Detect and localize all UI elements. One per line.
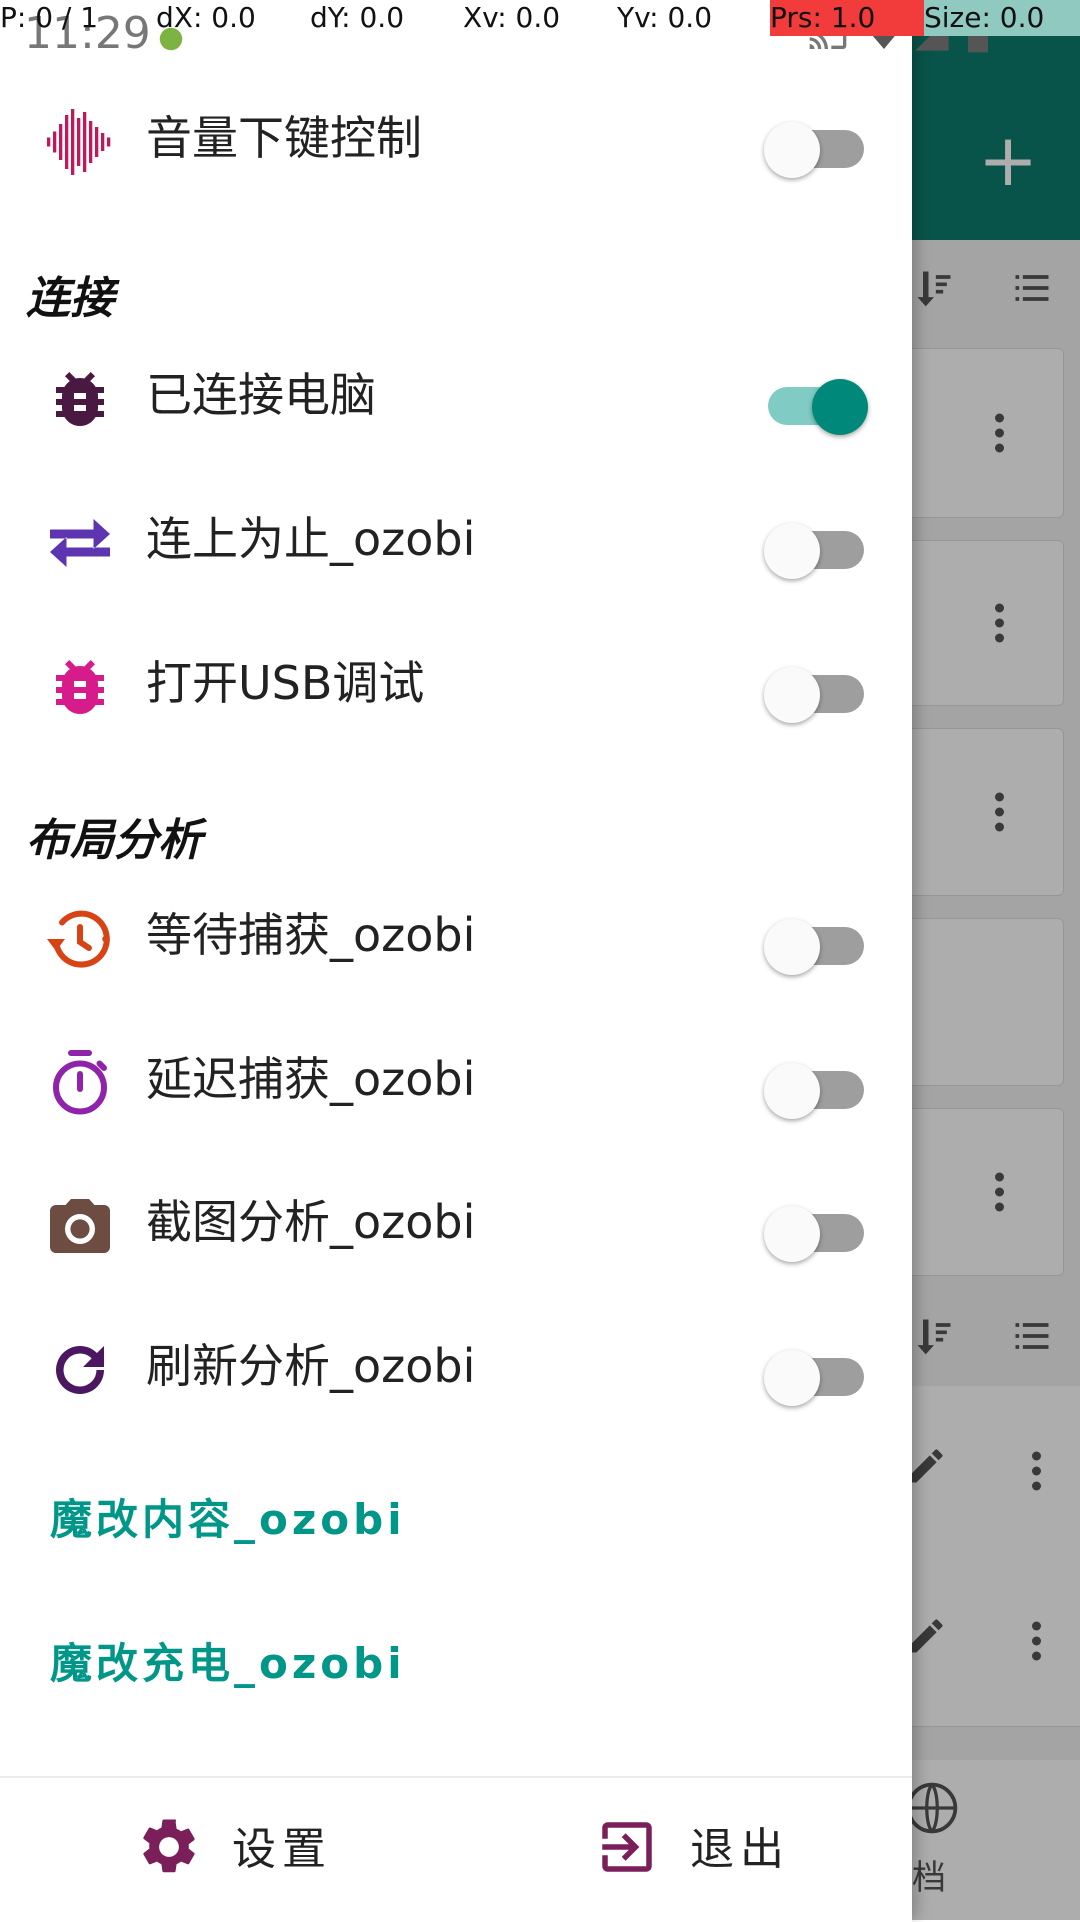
drawer-item-label: 连上为止_ozobi (146, 512, 476, 566)
drawer-item-label: 已连接电脑 (146, 368, 376, 422)
overlay-pressure: Prs: 1.0 (770, 0, 924, 36)
exit-label: 退出 (690, 1824, 790, 1875)
drawer-item-refresh-analysis[interactable]: 刷新分析_ozobi (0, 1301, 912, 1431)
wait-capture-switch[interactable] (764, 911, 868, 975)
connect-until-switch[interactable] (764, 515, 868, 579)
gear-icon (143, 1819, 195, 1873)
refresh-analysis-switch[interactable] (764, 1342, 868, 1406)
drawer-footer: 设置 退出 (0, 1776, 912, 1922)
drawer-item-label: 等待捕获_ozobi (146, 908, 476, 962)
link-modded-content[interactable]: 魔改内容_ozobi (50, 1486, 406, 1547)
settings-button[interactable]: 设置 (136, 1778, 376, 1922)
stopwatch-icon (53, 1050, 107, 1115)
overlay-size: Size: 0.0 (924, 0, 1080, 36)
connected-pc-switch[interactable] (764, 371, 868, 435)
drawer-item-screenshot-analysis[interactable]: 截图分析_ozobi (0, 1157, 912, 1287)
drawer-item-label: 截图分析_ozobi (146, 1195, 476, 1249)
refresh-icon (56, 1346, 104, 1394)
pointer-location-overlay: P: 0 / 1 dX: 0.0 dY: 0.0 Xv: 0.0 Yv: 0.0… (0, 0, 1080, 36)
drawer-item-connect-until[interactable]: 连上为止_ozobi (0, 474, 912, 604)
drawer-item-label: 延迟捕获_ozobi (146, 1052, 476, 1106)
delay-capture-switch[interactable] (764, 1055, 868, 1119)
drawer-item-wait-capture[interactable]: 等待捕获_ozobi (0, 870, 912, 1000)
screenshot-analysis-switch[interactable] (764, 1198, 868, 1262)
bug-icon (56, 372, 104, 426)
overlay-xv: Xv: 0.0 (463, 1, 561, 34)
timer-clock-icon (47, 910, 110, 968)
settings-label: 设置 (232, 1824, 332, 1875)
drawer-item-label: 音量下键控制 (146, 111, 422, 165)
drawer-item-label: 打开USB调试 (146, 656, 425, 710)
drawer-item-volume-down-control[interactable]: 音量下键控制 (0, 73, 912, 203)
swap-arrows-icon (50, 519, 110, 567)
section-header-layout-analysis: 布局分析 (26, 815, 202, 866)
navigation-drawer: 音量下键控制 连接 已连接电脑 连上为止_ozobi 打开USB调试 布局分析 (0, 0, 912, 1922)
drawer-item-delay-capture[interactable]: 延迟捕获_ozobi (0, 1014, 912, 1144)
waveform-icon (47, 109, 111, 175)
drawer-item-connected-pc[interactable]: 已连接电脑 (0, 330, 912, 460)
drawer-item-usb-debugging[interactable]: 打开USB调试 (0, 618, 912, 748)
overlay-pointer-count: P: 0 / 1 (0, 1, 99, 34)
bug-icon (56, 660, 104, 714)
camera-icon (50, 1199, 110, 1253)
link-modded-charging[interactable]: 魔改充电_ozobi (50, 1630, 406, 1691)
usb-debugging-switch[interactable] (764, 659, 868, 723)
overlay-yv: Yv: 0.0 (617, 1, 713, 34)
overlay-dy: dY: 0.0 (310, 1, 405, 34)
volume-down-control-switch[interactable] (764, 114, 868, 178)
overlay-dx: dX: 0.0 (156, 1, 256, 34)
exit-button[interactable]: 退出 (594, 1778, 834, 1922)
drawer-item-label: 刷新分析_ozobi (146, 1339, 476, 1393)
exit-icon (602, 1822, 652, 1872)
section-header-connection: 连接 (26, 273, 114, 324)
